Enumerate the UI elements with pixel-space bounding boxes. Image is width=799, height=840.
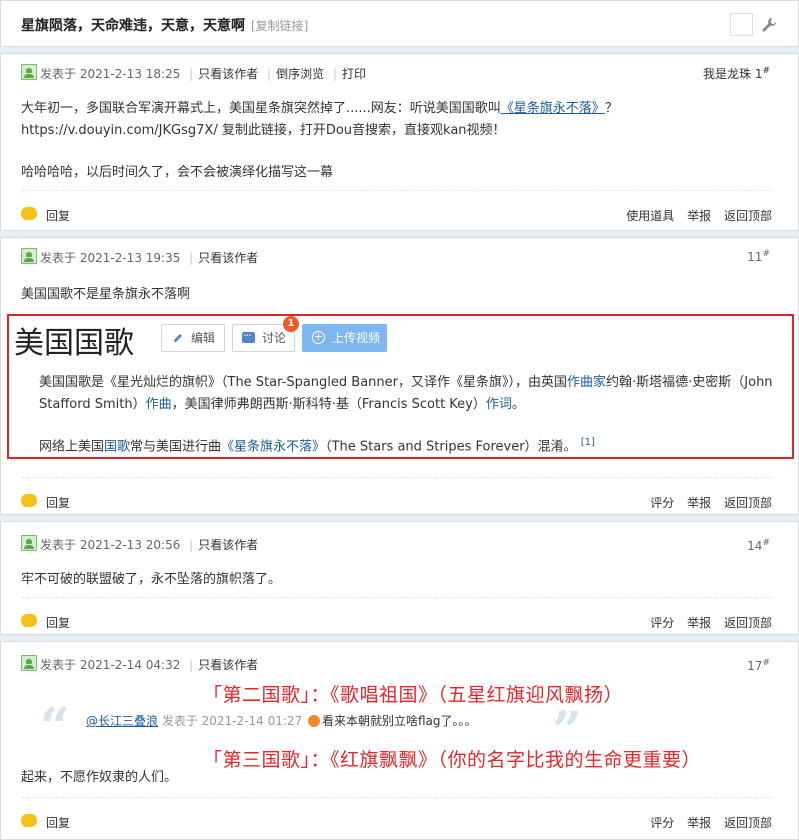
- use-tool-link[interactable]: 使用道具: [626, 209, 674, 223]
- anthem-link[interactable]: 国歌: [104, 439, 130, 454]
- composer-link[interactable]: 作曲家: [567, 375, 606, 390]
- post-content: 大年初一，多国联合军演开幕式上，美国星条旗突然掉了......网友：听说美国国歌…: [21, 101, 618, 180]
- print-link[interactable]: 打印: [342, 67, 366, 81]
- wrench-icon[interactable]: [761, 17, 777, 33]
- chat-icon: [242, 323, 255, 349]
- edit-button[interactable]: 编辑: [161, 324, 225, 352]
- encyclopedia-snippet: 美国国歌 编辑 讨论 1 + 上传视频 美国国歌是《星光灿烂的旗帜》（The S…: [7, 314, 794, 459]
- quoted-user-link[interactable]: @长江三叠浪: [86, 714, 158, 728]
- upload-video-button[interactable]: + 上传视频: [302, 324, 387, 352]
- reference-link[interactable]: [1]: [581, 437, 595, 448]
- reverse-browse-link[interactable]: 倒序浏览: [276, 67, 324, 81]
- post-content: 牢不可破的联盟破了，永不坠落的旗帜落了。: [21, 572, 282, 587]
- back-top-link[interactable]: 返回顶部: [724, 816, 772, 830]
- user-online-icon: [21, 535, 37, 551]
- rate-link[interactable]: 评分: [650, 496, 674, 510]
- rate-link[interactable]: 评分: [650, 616, 674, 630]
- rate-link[interactable]: 评分: [650, 816, 674, 830]
- open-quote-icon: “: [40, 697, 70, 758]
- checkbox[interactable]: [730, 13, 753, 36]
- post-meta: 发表于 2021-2-13 20:56 | 只看该作者 14#: [21, 535, 770, 553]
- post-footer: 回复 评分 举报 返回顶部: [21, 477, 772, 511]
- reply-button[interactable]: 回复: [46, 614, 70, 631]
- floor-number[interactable]: 14#: [747, 538, 770, 553]
- entry-title: 美国国歌: [14, 326, 134, 361]
- post-content: 美国国歌不是星条旗永不落啊: [21, 287, 191, 302]
- post-time: 2021-2-13 19:35: [79, 251, 181, 265]
- entry-paragraph-2: 网络上美国国歌常与美国进行曲《星条旗永不落》（The Stars and Str…: [39, 437, 595, 455]
- back-top-link[interactable]: 返回顶部: [724, 209, 772, 223]
- only-author-link[interactable]: 只看该作者: [198, 538, 258, 552]
- pencil-icon: [174, 334, 182, 342]
- thread-title: 星旗陨落，天命难违，天意，天意啊 [复制链接]: [21, 18, 309, 34]
- report-link[interactable]: 举报: [687, 616, 711, 630]
- reply-button[interactable]: 回复: [46, 494, 70, 511]
- reply-icon[interactable]: [21, 614, 37, 628]
- reply-icon[interactable]: [21, 814, 37, 828]
- floor-number[interactable]: 17#: [747, 658, 770, 673]
- entry-paragraph-1: 美国国歌是《星光灿烂的旗帜》（The Star-Spangled Banner，…: [39, 375, 773, 412]
- post-footer: 回复 评分 举报 返回顶部: [21, 597, 772, 631]
- reply-button[interactable]: 回复: [46, 207, 70, 224]
- overlay-line-2: 「第三国歌」：《红旗飘飘》（你的名字比我的生命更重要）: [203, 749, 702, 771]
- copy-link[interactable]: [复制链接]: [251, 19, 308, 33]
- only-author-link[interactable]: 只看该作者: [198, 658, 258, 672]
- plus-icon: +: [312, 330, 325, 344]
- post-4: 发表于 2021-2-14 04:32 | 只看该作者 17# 起来，不愿作奴隶的…: [0, 641, 799, 840]
- post-1: 发表于 2021-2-13 18:25 | 只看该作者 | 倒序浏览 | 打印 我是龙…: [0, 53, 799, 231]
- overlay-line-1: 「第二国歌」：《歌唱祖国》（五星红旗迎风飘扬）: [203, 684, 624, 706]
- thread-header: 星旗陨落，天命难违，天意，天意啊 [复制链接]: [0, 0, 799, 47]
- jump-post-icon[interactable]: [308, 715, 320, 727]
- only-author-link[interactable]: 只看该作者: [198, 67, 258, 81]
- user-online-icon: [21, 655, 37, 671]
- report-link[interactable]: 举报: [687, 496, 711, 510]
- report-link[interactable]: 举报: [687, 816, 711, 830]
- post-meta: 发表于 2021-2-13 19:35 | 只看该作者 11#: [21, 248, 770, 265]
- notification-badge: 1: [283, 316, 299, 332]
- floor-number[interactable]: 11#: [747, 249, 770, 264]
- report-link[interactable]: 举报: [687, 209, 711, 223]
- post-time: 2021-2-14 04:32: [79, 658, 181, 672]
- post-footer: 回复 评分 举报 返回顶部: [21, 797, 772, 831]
- back-top-link[interactable]: 返回顶部: [724, 616, 772, 630]
- only-author-link[interactable]: 只看该作者: [198, 251, 258, 265]
- reply-icon[interactable]: [21, 494, 37, 508]
- back-top-link[interactable]: 返回顶部: [724, 496, 772, 510]
- song-link[interactable]: 《星条旗永不落》: [501, 101, 605, 116]
- march-link[interactable]: 《星条旗永不落》: [221, 439, 325, 454]
- post-time: 2021-2-13 20:56: [79, 538, 181, 552]
- post-footer: 回复 使用道具 举报 返回顶部: [21, 190, 772, 224]
- compose-link[interactable]: 作曲: [146, 397, 172, 412]
- quoted-reply: @长江三叠浪 发表于 2021-2-14 01:27 看来本朝就别立啥flag了…: [86, 714, 477, 728]
- reply-button[interactable]: 回复: [46, 814, 70, 831]
- reply-icon[interactable]: [21, 207, 37, 221]
- lyrics-link[interactable]: 作词: [486, 397, 512, 412]
- user-online-icon: [21, 64, 37, 80]
- post-3: 发表于 2021-2-13 20:56 | 只看该作者 14# 牢不可破的联盟破了…: [0, 521, 799, 635]
- post-meta: 发表于 2021-2-13 18:25 | 只看该作者 | 倒序浏览 | 打印 我是龙…: [21, 64, 770, 81]
- post-time: 2021-2-13 18:25: [79, 67, 181, 81]
- post-meta: 发表于 2021-2-14 04:32 | 只看该作者 17#: [21, 655, 770, 673]
- user-online-icon: [21, 248, 37, 264]
- floor-number[interactable]: 我是龙珠 1#: [703, 65, 770, 82]
